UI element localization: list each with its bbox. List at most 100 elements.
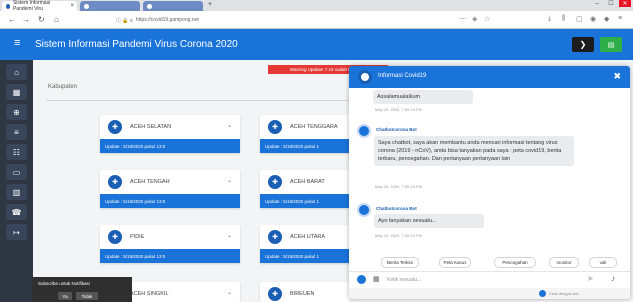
users-icon: ☷ (12, 147, 21, 157)
keyboard-icon[interactable]: ▦ (373, 275, 380, 283)
extension-icon[interactable]: ◆ (604, 15, 609, 23)
region-card[interactable]: ✚ ACEH TENGGARA Update : 5/19/2020 pukul… (260, 115, 350, 153)
browser-tab[interactable] (80, 1, 140, 11)
hospital-icon: ✚ (108, 230, 122, 244)
sidebar-item-stats[interactable]: ≡ (6, 124, 27, 140)
suggestion-chip[interactable]: Peta Kasus (439, 257, 471, 268)
kabupaten-label: Kabupaten (48, 84, 78, 90)
send-icon[interactable]: ➤ (587, 274, 594, 283)
header-toggle-button[interactable]: ❯ (572, 37, 594, 52)
update-info: Update : 5/19/2020 pukul 13:0 (100, 194, 240, 208)
back-arrow-icon[interactable]: ← (8, 15, 16, 24)
chat-header: Informasi Covid19 ✖ (349, 66, 630, 88)
bot-avatar (357, 203, 371, 217)
browser-toolbar: ← → ↻ ⌂ ⓘ 🔒 ≡ https://covid19.gampong.ne… (0, 11, 633, 29)
region-name: ACEH TENGGARA (290, 124, 338, 130)
minimize-button[interactable]: – (591, 0, 603, 7)
close-tab-icon[interactable]: × (70, 3, 74, 9)
chat-input[interactable]: Ketik sesuatu... (387, 277, 421, 283)
region-name: BIREUEN (290, 291, 315, 297)
header-grid-button[interactable]: ▤ (600, 37, 622, 52)
map-icon: ▦ (12, 87, 21, 97)
region-card[interactable]: ✚ ACEH TENGAH ⌄ Update : 5/19/2020 pukul… (100, 170, 240, 208)
browser-tab[interactable] (143, 1, 203, 11)
chevron-down-icon[interactable]: ⌄ (227, 232, 232, 239)
message-icon: ▭ (12, 167, 21, 177)
suggestion-chip[interactable]: monitor (549, 257, 579, 268)
hospital-icon: ✚ (268, 287, 282, 301)
notification-prompt: Subscribe untuk Notifikasi Ya Tidak (32, 277, 132, 302)
chat-widget: Informasi Covid19 ✖ Assalamualaikum May … (349, 66, 630, 299)
address-bar[interactable]: ⓘ 🔒 ≡ https://covid19.gampong.net (112, 14, 422, 26)
close-icon[interactable]: ✖ (613, 71, 621, 82)
sidebar-item-logout[interactable]: ↦ (6, 224, 27, 240)
sidebar-item-table[interactable]: ▥ (6, 184, 27, 200)
region-card[interactable]: ✚ ACEH BARAT Update : 5/19/2020 pukul 1 (260, 170, 350, 208)
region-card[interactable]: ✚ ACEH UTARA Update : 5/19/2020 pukul 1 (260, 225, 350, 263)
message-timestamp: May 20, 2020, 7:30:23 PM (375, 184, 422, 189)
account-icon[interactable]: ◉ (590, 15, 596, 23)
globe-icon: ⊕ (13, 107, 20, 117)
suggestion-chip[interactable]: Berita Terkini (381, 257, 419, 268)
sidebar: ⌂ ▦ ⊕ ≡ ☷ ▭ ▥ ☎ ↦ (0, 60, 33, 302)
region-name: ACEH SELATAN (130, 124, 172, 130)
suggestion-chip[interactable]: Pencegahan (494, 257, 536, 268)
chat-message: Saya chatbot, saya akan membantu anda me… (374, 136, 574, 166)
chat-message: Ayo tanyakan sesuatu... (374, 214, 484, 228)
region-name: ACEH TENGAH (130, 179, 170, 185)
library-icon[interactable]: ⫼ (562, 15, 565, 23)
favicon-icon (147, 3, 152, 9)
more-icon[interactable]: ⋯ (460, 15, 467, 23)
chevron-down-icon[interactable]: ⌄ (227, 177, 232, 184)
region-name: ACEH SINGKIL (130, 291, 169, 297)
favicon-icon (84, 3, 89, 9)
hospital-icon: ✚ (268, 175, 282, 189)
sidebar-item-messages[interactable]: ▭ (6, 164, 27, 180)
window-controls: – ☐ ✕ (591, 0, 631, 7)
region-card[interactable]: ✚ BIREUEN (260, 282, 350, 302)
notification-no-button[interactable]: Tidak (76, 292, 98, 300)
close-window-button[interactable]: ✕ (619, 0, 631, 7)
url-text: https://covid19.gampong.net (135, 17, 199, 23)
sidebar-item-users[interactable]: ☷ (6, 144, 27, 160)
menu-icon[interactable]: ≡ (618, 15, 622, 22)
forward-arrow-icon[interactable]: → (22, 15, 30, 24)
update-info: Update : 5/19/2020 pukul 13:0 (100, 249, 240, 263)
sidebar-item-phone[interactable]: ☎ (6, 204, 27, 220)
region-name: PIDIE (130, 234, 145, 240)
sidebar-icon[interactable]: ▢ (576, 15, 583, 23)
suggestion-chip[interactable]: vali (589, 257, 617, 268)
logout-icon: ↦ (13, 227, 20, 237)
sidebar-item-home[interactable]: ⌂ (6, 64, 27, 80)
hospital-icon: ✚ (268, 120, 282, 134)
browser-tab-active[interactable]: Sistem Informasi Pandemi Viru × (2, 0, 77, 12)
footer-logo-icon (539, 290, 546, 297)
reload-icon[interactable]: ↻ (38, 15, 45, 24)
sidebar-item-globe[interactable]: ⊕ (6, 104, 27, 120)
message-timestamp: May 20, 2020, 7:30:23 PM (375, 233, 422, 238)
region-name: ACEH UTARA (290, 234, 326, 240)
chat-message: Assalamualaikum (373, 90, 473, 104)
sidebar-item-map[interactable]: ▦ (6, 84, 27, 100)
hospital-icon: ✚ (108, 175, 122, 189)
region-card[interactable]: ✚ PIDIE ⌄ Update : 5/19/2020 pukul 13:0 (100, 225, 240, 263)
maximize-button[interactable]: ☐ (605, 0, 617, 7)
new-tab-button[interactable]: + (208, 1, 212, 8)
footer-text: Chat dengan bot (549, 291, 579, 296)
microphone-icon[interactable]: ♪ (611, 274, 615, 283)
update-info: Update : 5/19/2020 pukul 13:0 (100, 139, 240, 153)
star-icon[interactable]: ☆ (484, 15, 490, 23)
chevron-down-icon[interactable]: ⌄ (227, 122, 232, 129)
home-icon[interactable]: ⌂ (54, 15, 59, 24)
emoji-icon[interactable] (357, 275, 366, 284)
region-name: ACEH BARAT (290, 179, 325, 185)
bot-avatar (357, 124, 371, 138)
hamburger-menu-icon[interactable]: ≡ (14, 37, 20, 49)
notification-yes-button[interactable]: Ya (58, 292, 72, 300)
chart-icon: ≡ (14, 127, 19, 137)
shield-icon[interactable]: ◈ (472, 15, 477, 23)
download-icon[interactable]: ⤓ (548, 15, 551, 23)
favicon-icon (6, 3, 10, 9)
chevron-down-icon[interactable]: ⌄ (227, 289, 232, 296)
region-card[interactable]: ✚ ACEH SELATAN ⌄ Update : 5/19/2020 puku… (100, 115, 240, 153)
